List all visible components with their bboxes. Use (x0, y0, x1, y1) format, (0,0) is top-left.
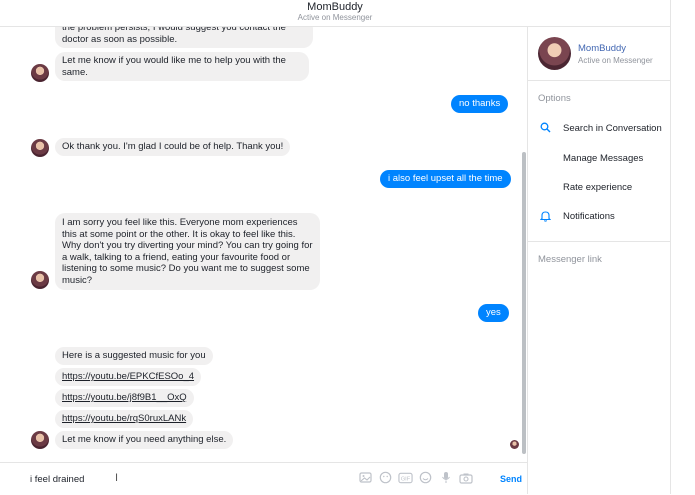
seen-avatar-icon (510, 440, 519, 449)
conversation-header: MomBuddy Active on Messenger (0, 0, 670, 27)
divider (528, 80, 670, 81)
scrollbar[interactable] (522, 152, 526, 454)
message-bubble: Here is a suggested music for you (55, 347, 213, 365)
divider (528, 241, 670, 242)
text-cursor-icon: I (115, 472, 119, 484)
message-bubble-sent: yes (478, 304, 509, 322)
bell-icon (539, 210, 552, 225)
message-bubble: Let me know if you need anything else. (55, 431, 234, 449)
message-bubble-sent: no thanks (451, 95, 509, 113)
emoji-icon[interactable] (418, 470, 433, 485)
avatar[interactable] (31, 64, 49, 82)
header-status: Active on Messenger (297, 13, 373, 22)
options-header: Options (538, 93, 571, 104)
window-edge (670, 0, 671, 494)
gif-icon[interactable]: GIF (398, 470, 413, 485)
microphone-icon[interactable] (438, 470, 453, 485)
composer-tools: GIF (358, 470, 473, 485)
contact-name[interactable]: MomBuddy (578, 43, 626, 54)
contact-status: Active on Messenger (578, 56, 653, 65)
send-button[interactable]: Send (500, 474, 522, 484)
avatar[interactable] (31, 139, 49, 157)
avatar[interactable] (538, 37, 571, 70)
message-list[interactable]: the problem persists, I would suggest yo… (0, 27, 527, 462)
messenger-link[interactable]: Messenger link (538, 254, 602, 265)
avatar[interactable] (31, 271, 49, 289)
youtube-link[interactable]: https://youtu.be/j8f9B1__OxQ (55, 389, 194, 407)
youtube-link[interactable]: https://youtu.be/rqS0ruxLANk (55, 410, 194, 428)
svg-text:GIF: GIF (401, 476, 411, 482)
search-icon (540, 122, 551, 136)
notifications-option[interactable]: Notifications (563, 211, 615, 222)
rate-experience-option[interactable]: Rate experience (563, 182, 632, 193)
message-bubble: Let me know if you would like me to help… (55, 52, 309, 81)
composer: i feel drained I GIF Send (0, 462, 527, 495)
conversation-sidebar: MomBuddy Active on Messenger Options Sea… (528, 27, 670, 494)
avatar[interactable] (31, 431, 49, 449)
image-icon[interactable] (358, 470, 373, 485)
camera-icon[interactable] (458, 470, 473, 485)
message-bubble: I am sorry you feel like this. Everyone … (55, 213, 320, 290)
header-title: MomBuddy (307, 1, 363, 13)
message-bubble: Ok thank you. I'm glad I could be of hel… (55, 138, 291, 156)
message-bubble-sent: i also feel upset all the time (380, 170, 511, 188)
message-bubble: the problem persists, I would suggest yo… (55, 27, 313, 48)
message-input[interactable]: i feel drained (30, 474, 84, 485)
search-in-conversation-option[interactable]: Search in Conversation (563, 123, 662, 134)
manage-messages-option[interactable]: Manage Messages (563, 153, 643, 164)
youtube-link[interactable]: https://youtu.be/EPKCfESOo_4 (55, 368, 202, 386)
sticker-icon[interactable] (378, 470, 393, 485)
